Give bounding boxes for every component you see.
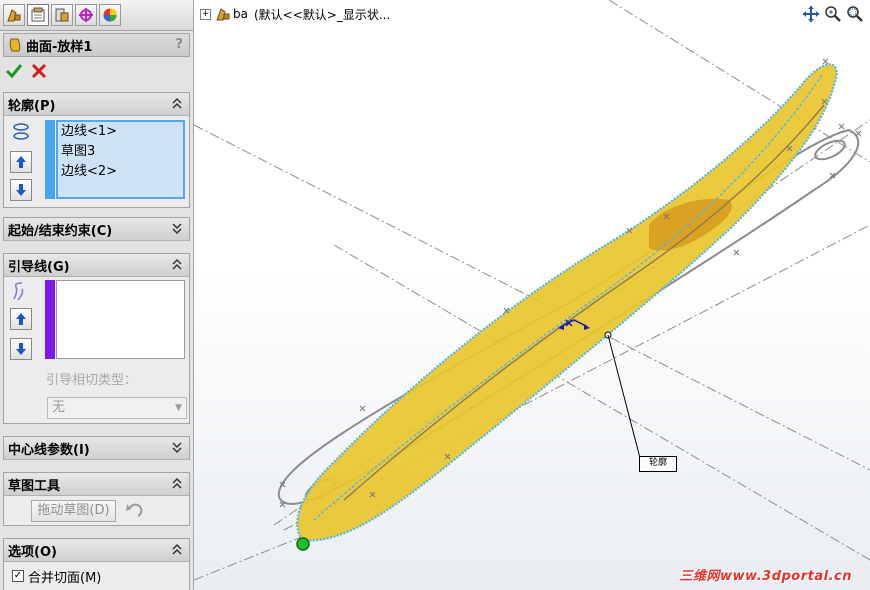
start-point-marker[interactable] — [296, 537, 310, 551]
undo-icon[interactable] — [124, 502, 144, 520]
feature-manager-icon — [7, 9, 21, 22]
profile-callout-label[interactable]: 轮廓 — [639, 456, 677, 472]
feature-title: 曲面-放样1 — [26, 39, 93, 55]
profile-icon — [13, 123, 29, 140]
sketch-tools-group: 草图工具 拖动草图(D) — [3, 472, 190, 526]
help-icon[interactable]: ? — [175, 37, 183, 52]
display-manager-tab[interactable] — [99, 4, 121, 26]
tangency-type-select[interactable]: 无 ▼ — [47, 397, 187, 419]
feature-manager-tab[interactable] — [3, 4, 25, 26]
property-manager-icon — [31, 7, 45, 22]
profiles-group-title: 轮廓(P) — [8, 98, 56, 114]
end-profile-small-right[interactable] — [813, 137, 848, 163]
options-group-title: 选项(O) — [8, 544, 57, 560]
guide-curve-icon — [13, 282, 24, 301]
arrow-up-icon — [16, 156, 26, 168]
guides-list[interactable] — [56, 280, 185, 359]
loft-surface[interactable] — [296, 63, 838, 542]
collapse-chevron-icon[interactable] — [171, 96, 183, 110]
profiles-list[interactable]: 边线<1> 草图3 边线<2> — [56, 120, 185, 199]
collapse-chevron-icon[interactable] — [171, 257, 183, 271]
centerline-group-header[interactable]: 中心线参数(I) — [4, 437, 189, 460]
part-name: ba — [233, 7, 248, 21]
manager-tabs — [0, 0, 193, 31]
tangency-type-label: 引导相切类型： — [46, 373, 138, 388]
ok-checkmark-icon[interactable] — [5, 62, 23, 80]
drag-sketch-button[interactable]: 拖动草图(D) — [31, 500, 116, 522]
sketch-tools-group-header[interactable]: 草图工具 — [4, 473, 189, 496]
configuration-manager-tab[interactable] — [51, 4, 73, 26]
dropdown-arrow-icon: ▼ — [175, 403, 182, 413]
property-manager-panel: 曲面-放样1 ? 轮廓(P) 边线<1> 草图3 边线<2> 起始/结束约束(C… — [0, 0, 194, 590]
sketch-tools-group-title: 草图工具 — [8, 478, 61, 494]
profiles-group: 轮廓(P) 边线<1> 草图3 边线<2> — [3, 92, 190, 208]
list-item[interactable]: 边线<2> — [58, 162, 183, 182]
constraints-group: 起始/结束约束(C) — [3, 217, 190, 241]
property-manager-tab[interactable] — [27, 4, 49, 26]
merge-tangent-faces-label: 合并切面(M) — [28, 571, 102, 586]
arrow-down-icon — [16, 343, 26, 355]
expand-chevron-icon[interactable] — [171, 221, 183, 235]
dimxpert-tab[interactable] — [75, 4, 97, 26]
configuration-name: (默认<<默认>_显示状... — [253, 7, 391, 22]
feature-title-bar: 曲面-放样1 ? — [3, 33, 190, 57]
list-item[interactable]: 草图3 — [58, 142, 183, 162]
constraints-group-header[interactable]: 起始/结束约束(C) — [4, 218, 189, 241]
graphics-viewport[interactable]: + ba (默认<<默认>_显示状... 轮廓 三维网www.3dportal.… — [194, 0, 870, 590]
options-group: 选项(O) ✓ 合并切面(M) — [3, 538, 190, 590]
guides-group-title: 引导线(G) — [8, 259, 70, 275]
tangency-type-value: 无 — [52, 400, 66, 415]
arrow-up-icon — [16, 313, 26, 325]
move-up-button[interactable] — [10, 151, 32, 173]
part-icon — [216, 8, 230, 21]
watermark-text: 三维网www.3dportal.cn — [679, 569, 852, 584]
collapse-chevron-icon[interactable] — [171, 476, 183, 490]
list-item[interactable]: 边线<1> — [58, 122, 183, 142]
centerline-group-title: 中心线参数(I) — [8, 442, 90, 458]
view-toolbar — [802, 5, 864, 23]
options-group-header[interactable]: 选项(O) — [4, 539, 189, 562]
zoom-to-fit-icon[interactable] — [824, 5, 842, 23]
constraints-group-title: 起始/结束约束(C) — [8, 223, 113, 239]
move-up-button[interactable] — [10, 308, 32, 330]
feature-tree-root[interactable]: + ba (默认<<默认>_显示状... — [200, 6, 390, 22]
profiles-selection-bar — [45, 120, 55, 199]
cancel-x-icon[interactable] — [30, 62, 48, 80]
guides-group-header[interactable]: 引导线(G) — [4, 254, 189, 277]
expand-icon[interactable]: + — [200, 8, 211, 20]
guides-selection-bar — [45, 280, 55, 359]
display-manager-icon — [103, 8, 117, 22]
profiles-group-header[interactable]: 轮廓(P) — [4, 93, 189, 116]
expand-chevron-icon[interactable] — [171, 440, 183, 454]
collapse-chevron-icon[interactable] — [171, 542, 183, 556]
guides-group: 引导线(G) 引导相切类型： 无 ▼ — [3, 253, 190, 424]
merge-tangent-faces-checkbox[interactable]: ✓ — [12, 570, 24, 582]
configuration-manager-icon — [55, 8, 69, 22]
dimxpert-icon — [79, 8, 93, 22]
move-down-button[interactable] — [10, 338, 32, 360]
loft-surface-icon — [9, 38, 21, 52]
loft-model-scene — [194, 0, 870, 581]
arrow-down-icon — [16, 184, 26, 196]
pan-icon[interactable] — [802, 5, 820, 23]
centerline-group: 中心线参数(I) — [3, 436, 190, 460]
zoom-to-area-icon[interactable] — [846, 5, 864, 23]
move-down-button[interactable] — [10, 179, 32, 201]
